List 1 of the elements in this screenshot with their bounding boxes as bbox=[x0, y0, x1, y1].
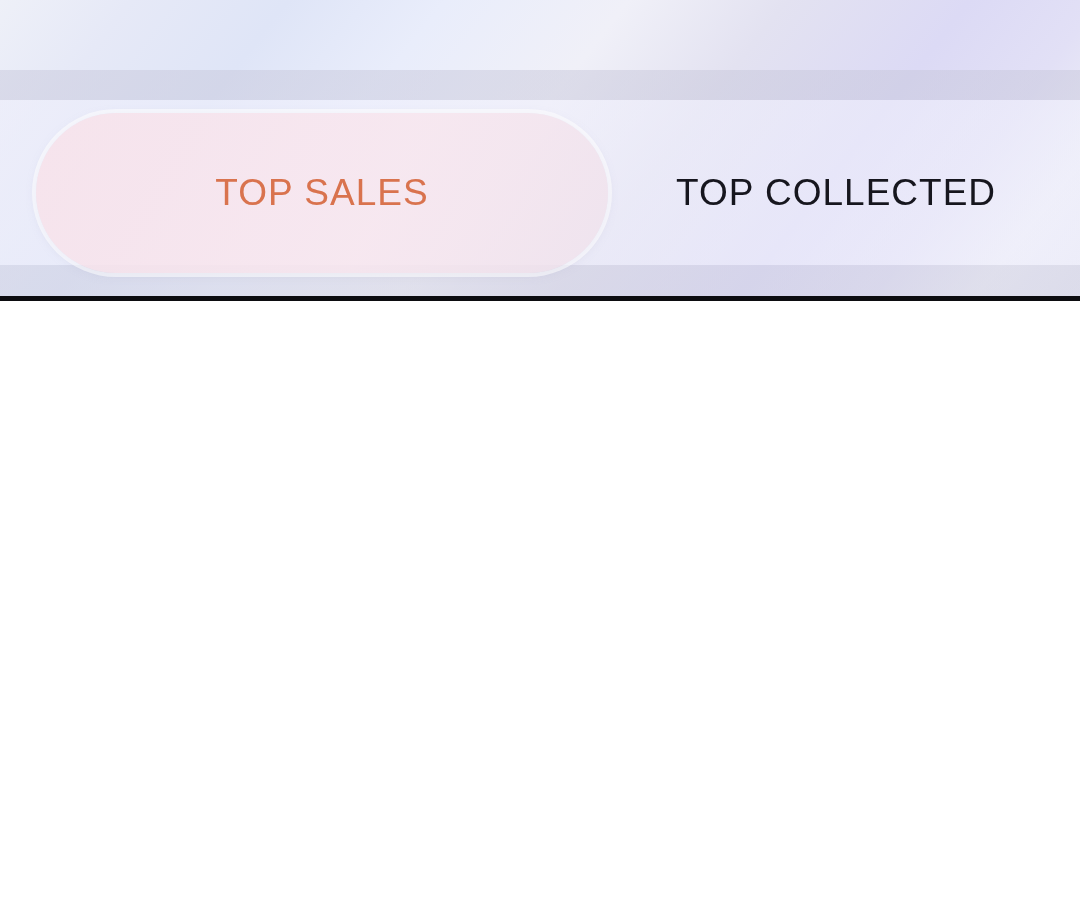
tab[interactable]: TOP COLLECTED bbox=[608, 113, 1064, 273]
